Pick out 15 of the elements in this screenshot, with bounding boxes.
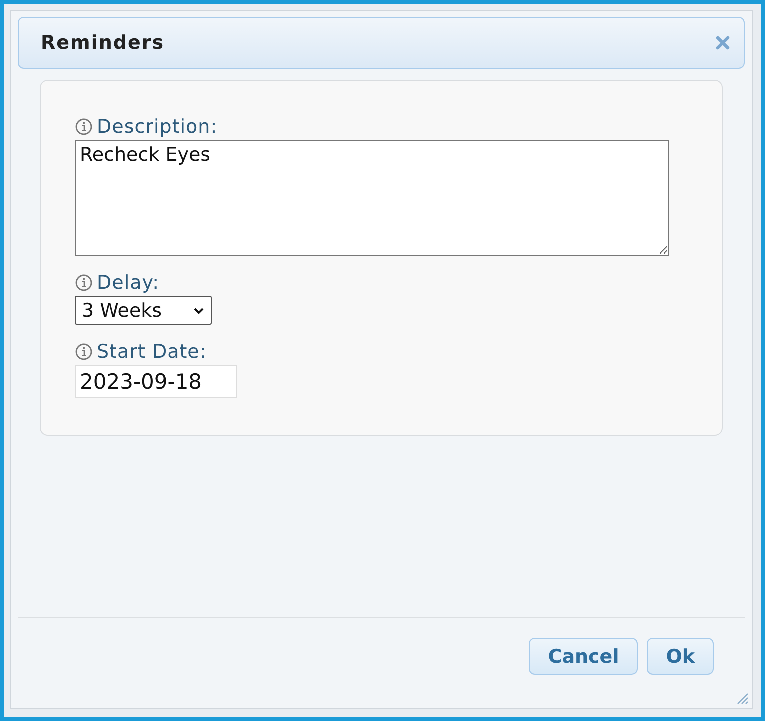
date-field[interactable]: 2023-09-18 xyxy=(75,365,237,398)
cancel-button[interactable]: Cancel xyxy=(529,638,638,675)
delay-dropdown[interactable]: 3 Weeks xyxy=(75,296,212,325)
ok-button[interactable]: Ok xyxy=(647,638,714,675)
field-label: Description: xyxy=(97,116,218,138)
resize-grip-icon[interactable] xyxy=(735,691,749,705)
close-icon[interactable] xyxy=(716,36,730,50)
field-label: Delay: xyxy=(97,272,160,294)
info-icon[interactable] xyxy=(75,343,93,361)
info-icon[interactable] xyxy=(75,274,93,292)
description-field[interactable]: Recheck Eyes xyxy=(75,140,669,256)
field-label: Start Date: xyxy=(97,341,207,363)
info-icon[interactable] xyxy=(75,118,93,136)
caret-icon xyxy=(193,306,205,314)
dialog-title: Reminders xyxy=(41,32,165,54)
